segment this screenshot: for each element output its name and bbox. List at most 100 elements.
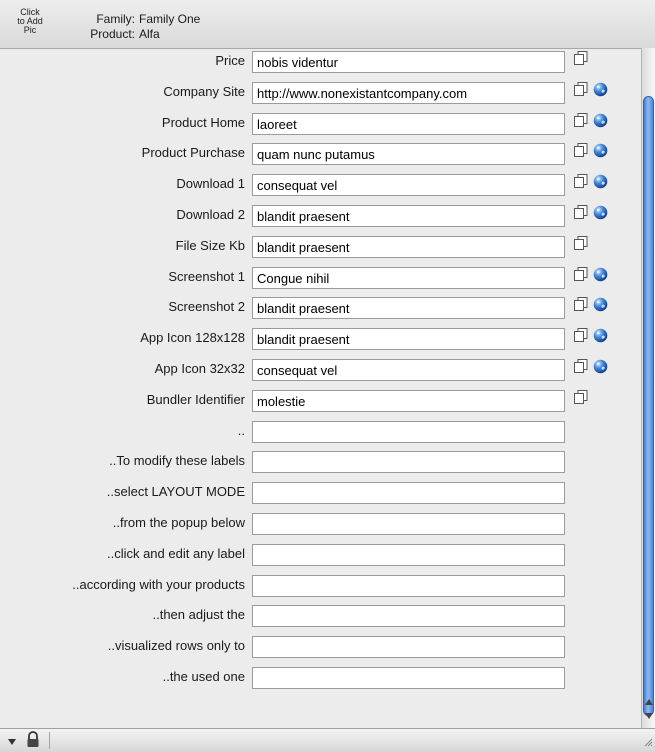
add-pic-button[interactable]: Click to Add Pic xyxy=(10,8,50,35)
field-input[interactable] xyxy=(252,667,565,689)
field-row: Screenshot 1 Congue nihil xyxy=(0,262,640,292)
field-label: ..To modify these labels xyxy=(109,453,245,469)
family-label: Family: xyxy=(96,12,135,26)
field-label: ..click and edit any label xyxy=(106,545,245,561)
globe-icon[interactable] xyxy=(593,359,608,374)
field-row: .. xyxy=(0,416,640,446)
field-input[interactable] xyxy=(252,636,565,659)
field-row: Price nobis videntur xyxy=(0,46,640,76)
vertical-scrollbar[interactable] xyxy=(641,48,655,728)
field-row: ..from the popup below xyxy=(0,508,640,538)
add-pic-label-line3: Pic xyxy=(23,25,37,35)
field-label: Download 1 xyxy=(176,176,245,192)
field-input[interactable]: consequat vel xyxy=(252,359,565,381)
field-label: ..according with your products xyxy=(72,576,245,592)
copy-icon[interactable] xyxy=(573,296,589,312)
field-label: ..then adjust the xyxy=(152,607,245,623)
copy-icon[interactable] xyxy=(573,173,589,189)
record-header: Click to Add Pic Family: Family One Prod… xyxy=(0,0,655,49)
field-row: File Size Kb blandit praesent xyxy=(0,231,640,261)
copy-icon[interactable] xyxy=(573,50,589,66)
scroll-up-arrow-icon[interactable] xyxy=(645,699,653,705)
product-label: Product: xyxy=(90,27,135,41)
copy-icon[interactable] xyxy=(573,358,589,374)
field-input[interactable]: quam nunc putamus xyxy=(252,143,565,166)
field-row: ..according with your products xyxy=(0,570,640,600)
product-value: Alfa xyxy=(139,27,160,41)
field-row: ..select LAYOUT MODE xyxy=(0,477,640,507)
popup-menu-icon[interactable] xyxy=(7,735,17,750)
globe-icon[interactable] xyxy=(593,174,608,189)
footer-divider xyxy=(49,732,50,749)
field-input[interactable] xyxy=(252,451,565,474)
field-label: File Size Kb xyxy=(175,237,245,253)
globe-icon[interactable] xyxy=(593,82,608,97)
resize-grip-icon[interactable] xyxy=(642,735,653,750)
record-info: Family: Family One Product: Alfa xyxy=(78,12,200,42)
field-row: App Icon 32x32 consequat vel xyxy=(0,354,640,384)
copy-icon[interactable] xyxy=(573,389,589,405)
globe-icon[interactable] xyxy=(593,113,608,128)
field-row: Company Site http://www.nonexistantcompan… xyxy=(0,77,640,107)
field-input[interactable]: consequat vel xyxy=(252,174,565,197)
field-input[interactable] xyxy=(252,513,565,535)
field-label: Price xyxy=(215,53,245,68)
field-input[interactable]: http://www.nonexistantcompany.com xyxy=(252,81,565,104)
field-label: Product Purchase xyxy=(141,145,245,161)
field-row: Bundler Identifier molestie xyxy=(0,385,640,415)
scroll-down-arrow-icon[interactable] xyxy=(645,713,653,719)
field-label: App Icon 32x32 xyxy=(154,361,245,376)
field-input[interactable]: nobis videntur xyxy=(252,51,565,73)
field-label: Screenshot 1 xyxy=(168,268,245,284)
field-row: Download 1 consequat vel xyxy=(0,169,640,199)
field-label: ..from the popup below xyxy=(112,515,245,530)
field-row: ..To modify these labels xyxy=(0,446,640,476)
field-input[interactable] xyxy=(252,574,565,597)
field-row: ..click and edit any label xyxy=(0,539,640,569)
globe-icon[interactable] xyxy=(593,267,608,282)
field-label: Product Home xyxy=(161,114,245,130)
field-row: Product Purchase quam nunc putamus xyxy=(0,138,640,168)
field-input[interactable] xyxy=(252,482,565,505)
scrollbar-thumb[interactable] xyxy=(643,96,654,716)
field-label: Company Site xyxy=(163,83,245,99)
field-label: Download 2 xyxy=(176,207,245,222)
status-footer xyxy=(0,728,655,752)
field-input[interactable] xyxy=(252,605,565,628)
globe-icon[interactable] xyxy=(593,297,608,312)
globe-icon[interactable] xyxy=(593,205,608,220)
field-input[interactable] xyxy=(252,420,565,443)
copy-icon[interactable] xyxy=(573,142,589,158)
field-label: ..the used one xyxy=(162,669,245,684)
field-row: ..the used one xyxy=(0,662,640,692)
field-input[interactable]: blandit praesent xyxy=(252,235,565,258)
field-label: .. xyxy=(237,422,245,438)
copy-icon[interactable] xyxy=(573,112,589,128)
copy-icon[interactable] xyxy=(573,327,589,343)
field-label: App Icon 128x128 xyxy=(140,330,245,346)
lock-icon[interactable] xyxy=(26,731,40,752)
globe-icon[interactable] xyxy=(593,328,608,343)
field-row: ..visualized rows only to xyxy=(0,631,640,661)
field-label: ..visualized rows only to xyxy=(107,638,245,654)
field-input[interactable]: blandit praesent xyxy=(252,297,565,320)
field-label: Screenshot 2 xyxy=(168,299,245,315)
field-input[interactable]: laoreet xyxy=(252,112,565,135)
field-label: ..select LAYOUT MODE xyxy=(106,484,245,500)
copy-icon[interactable] xyxy=(573,204,589,220)
copy-icon[interactable] xyxy=(573,81,589,97)
field-row: Product Home laoreet xyxy=(0,108,640,138)
field-row: Screenshot 2 blandit praesent xyxy=(0,292,640,322)
copy-icon[interactable] xyxy=(573,235,589,251)
family-value: Family One xyxy=(139,12,201,26)
field-row: ..then adjust the xyxy=(0,600,640,630)
field-input[interactable]: Congue nihil xyxy=(252,266,565,289)
field-input[interactable] xyxy=(252,543,565,566)
field-input[interactable]: blandit praesent xyxy=(252,328,565,351)
field-row: App Icon 128x128 blandit praesent xyxy=(0,323,640,353)
copy-icon[interactable] xyxy=(573,266,589,282)
field-row: Download 2 blandit praesent xyxy=(0,200,640,230)
field-input[interactable]: molestie xyxy=(252,389,565,412)
globe-icon[interactable] xyxy=(593,143,608,158)
field-input[interactable]: blandit praesent xyxy=(252,205,565,227)
